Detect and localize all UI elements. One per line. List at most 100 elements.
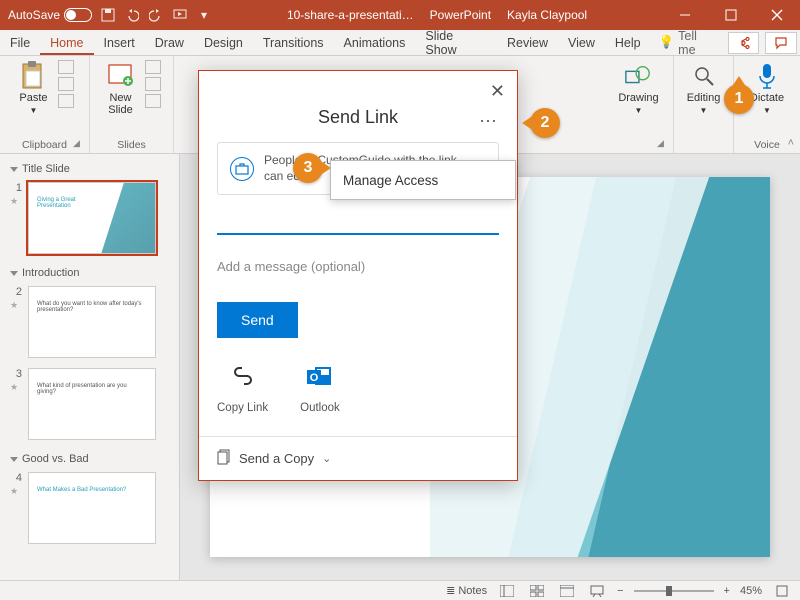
maximize-button[interactable]: [708, 0, 754, 30]
send-link-dialog: ✕ Send Link ⋯ People in CustomGuide with…: [198, 70, 518, 481]
copy-icon[interactable]: [58, 77, 74, 91]
notes-button[interactable]: ≣ Notes: [446, 584, 487, 597]
thumb-text: What kind of presentation are you giving…: [37, 383, 147, 395]
sorter-view-icon[interactable]: [527, 583, 547, 599]
new-slide-label: New Slide: [108, 92, 132, 116]
send-button[interactable]: Send: [217, 302, 298, 338]
group-drawing-label: [637, 136, 640, 151]
tell-me-label: Tell me: [678, 29, 717, 57]
animation-star-icon: ★: [10, 382, 22, 393]
autosave-toggle[interactable]: AutoSave: [8, 8, 92, 22]
new-slide-icon: [107, 62, 135, 90]
triangle-down-icon: [10, 457, 18, 462]
triangle-down-icon: [10, 167, 18, 172]
new-slide-button[interactable]: New Slide: [103, 60, 139, 118]
minimize-button[interactable]: [662, 0, 708, 30]
zoom-out-button[interactable]: −: [617, 585, 623, 597]
slide-number: 1: [10, 182, 22, 194]
slideshow-view-icon[interactable]: [587, 583, 607, 599]
slide-number: 2: [10, 286, 22, 298]
slide-panel[interactable]: Title Slide 1 ★ Giving a Great Presentati…: [0, 154, 180, 580]
tab-view[interactable]: View: [558, 30, 605, 55]
section-header[interactable]: Title Slide: [10, 160, 169, 178]
zoom-in-button[interactable]: +: [724, 585, 730, 597]
dictate-button[interactable]: Dictate ▼: [746, 60, 788, 117]
slide-thumbnail[interactable]: Giving a Great Presentation: [28, 182, 156, 254]
zoom-level[interactable]: 45%: [740, 585, 762, 597]
section-header[interactable]: Introduction: [10, 264, 169, 282]
format-painter-icon[interactable]: [58, 94, 74, 108]
fit-window-icon[interactable]: [772, 583, 792, 599]
tab-file[interactable]: File: [0, 30, 40, 55]
page-icon: [217, 449, 231, 468]
tab-design[interactable]: Design: [194, 30, 253, 55]
briefcase-icon: [230, 157, 254, 181]
document-title: 10-share-a-presentati…: [287, 8, 414, 22]
more-options-button[interactable]: ⋯: [479, 111, 499, 132]
undo-icon[interactable]: [124, 7, 140, 23]
editing-button[interactable]: Editing ▼: [683, 60, 725, 117]
callout-1: 1: [724, 84, 754, 114]
section-label: Introduction: [22, 267, 79, 279]
slide-number: 4: [10, 472, 22, 484]
reset-icon[interactable]: [145, 77, 161, 91]
slide-thumbnail[interactable]: What kind of presentation are you giving…: [28, 368, 156, 440]
close-icon[interactable]: ✕: [490, 81, 505, 102]
dialog-launcher-icon[interactable]: ◢: [73, 138, 85, 150]
drawing-button[interactable]: Drawing ▼: [614, 60, 662, 117]
ribbon-tabs: File Home Insert Draw Design Transitions…: [0, 30, 800, 56]
chevron-down-icon: ▼: [635, 106, 643, 115]
animation-star-icon: ★: [10, 196, 22, 207]
title-bar: AutoSave ▾ 10-share-a-presentati… PowerP…: [0, 0, 800, 30]
animation-star-icon: ★: [10, 300, 22, 311]
normal-view-icon[interactable]: [497, 583, 517, 599]
tab-slideshow[interactable]: Slide Show: [415, 30, 497, 55]
slide-thumbnail[interactable]: What do you want to know after today's p…: [28, 286, 156, 358]
drawing-label: Drawing: [618, 92, 658, 104]
tell-me-search[interactable]: 💡 Tell me: [651, 29, 725, 57]
tab-home[interactable]: Home: [40, 30, 93, 55]
start-slideshow-icon[interactable]: [172, 7, 188, 23]
comments-button[interactable]: [765, 32, 797, 54]
section-label: Title Slide: [22, 163, 70, 175]
shapes-icon: [624, 62, 652, 90]
section-label: Good vs. Bad: [22, 453, 89, 465]
group-slides-label: Slides: [117, 136, 146, 151]
close-button[interactable]: [754, 0, 800, 30]
message-input[interactable]: Add a message (optional): [217, 259, 499, 274]
thumb-text: Giving a Great Presentation: [37, 197, 147, 209]
tab-draw[interactable]: Draw: [145, 30, 194, 55]
chevron-down-icon: ⌄: [322, 452, 331, 465]
tab-transitions[interactable]: Transitions: [253, 30, 334, 55]
callout-3: 3: [293, 153, 323, 183]
slide-number: 3: [10, 368, 22, 380]
status-bar: ≣ Notes − + 45%: [0, 580, 800, 600]
outlook-button[interactable]: O Outlook: [300, 360, 340, 414]
section-icon[interactable]: [145, 94, 161, 108]
tab-help[interactable]: Help: [605, 30, 651, 55]
manage-access-menu-item[interactable]: Manage Access: [330, 160, 516, 200]
save-icon[interactable]: [100, 7, 116, 23]
share-button[interactable]: [728, 32, 760, 54]
zoom-slider[interactable]: [634, 590, 714, 592]
reading-view-icon[interactable]: [557, 583, 577, 599]
lightbulb-icon: 💡: [659, 35, 675, 50]
thumb-text: What Makes a Bad Presentation?: [37, 487, 147, 493]
tab-animations[interactable]: Animations: [334, 30, 416, 55]
paste-button[interactable]: Paste ▼: [15, 60, 51, 117]
section-header[interactable]: Good vs. Bad: [10, 450, 169, 468]
redo-icon[interactable]: [148, 7, 164, 23]
toggle-off-icon: [64, 8, 92, 22]
dialog-launcher-icon[interactable]: ◢: [657, 138, 669, 150]
copy-link-button[interactable]: Copy Link: [217, 360, 268, 414]
tab-review[interactable]: Review: [497, 30, 558, 55]
cut-icon[interactable]: [58, 60, 74, 74]
send-copy-button[interactable]: Send a Copy ⌄: [199, 436, 517, 480]
dictate-label: Dictate: [750, 92, 784, 104]
layout-icon[interactable]: [145, 60, 161, 74]
recipients-input[interactable]: [217, 211, 499, 235]
qat-dropdown-icon[interactable]: ▾: [196, 7, 212, 23]
slide-thumbnail[interactable]: What Makes a Bad Presentation?: [28, 472, 156, 544]
collapse-ribbon-icon[interactable]: ˄: [788, 137, 794, 149]
tab-insert[interactable]: Insert: [94, 30, 145, 55]
